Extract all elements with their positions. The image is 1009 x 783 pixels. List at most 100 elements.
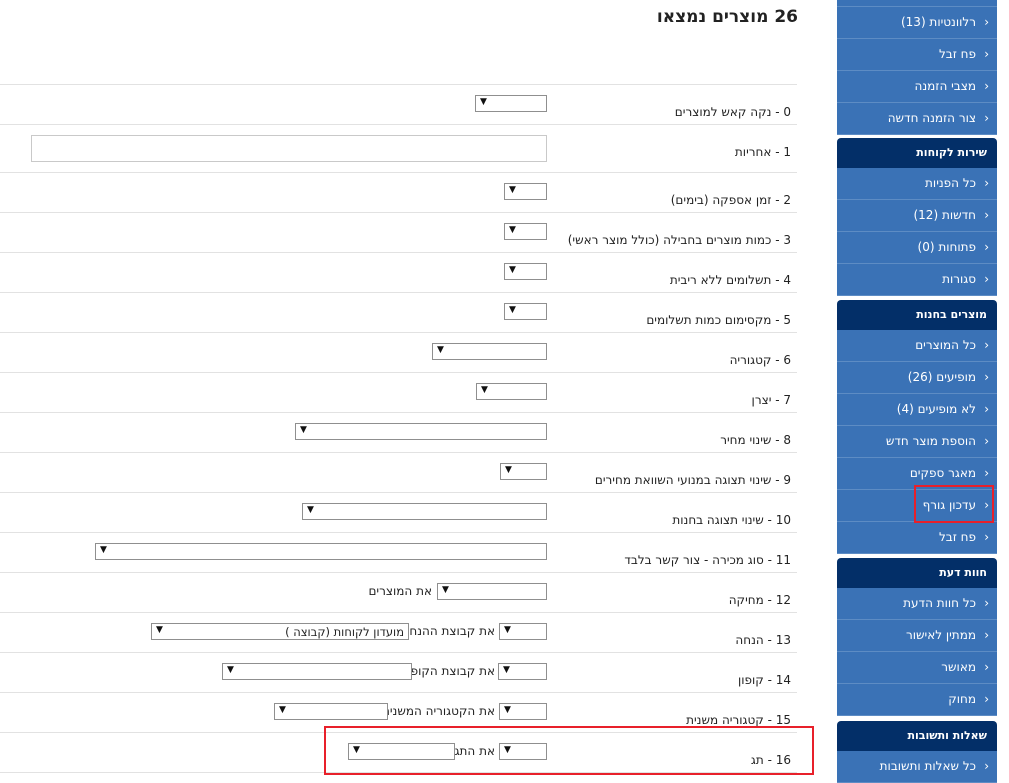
dropdown-arrow-icon: ▼ <box>442 585 449 595</box>
sidebar-item-visible-products[interactable]: ‹ מופיעים (26) <box>837 362 997 394</box>
dropdown-arrow-icon: ▼ <box>503 665 510 675</box>
sidebar-item-label: פח זבל <box>938 530 976 544</box>
dropdown-arrow-icon: ▼ <box>480 97 487 107</box>
row-label: 4 - תשלומים ללא ריבית <box>669 273 791 287</box>
sidebar-orders-section: ‹ רלוונטיות (13) ‹ פח זבל ‹ מצבי הזמנה ‹ צור… <box>837 0 997 135</box>
coupon-action-select[interactable]: ▼ <box>498 663 547 680</box>
warranty-input[interactable] <box>31 135 547 162</box>
discount-group-text: את קבוצת ההנחה <box>401 624 495 638</box>
page-title: 26 מוצרים נמצאו <box>656 7 798 27</box>
sidebar-item-open-inquiries[interactable]: ‹ פתוחות (0) <box>837 232 997 264</box>
sidebar-item-all-qa[interactable]: ‹ כל שאלות ותשובות <box>837 751 997 783</box>
sidebar-item-all-opinions[interactable]: ‹ כל חוות הדעת <box>837 588 997 620</box>
chevron-left-icon: ‹ <box>984 660 989 674</box>
secondary-category-select[interactable]: ▼ <box>274 703 388 720</box>
dropdown-arrow-icon: ▼ <box>300 425 307 435</box>
sidebar-item-trash[interactable]: ‹ פח זבל <box>837 39 997 71</box>
sidebar-item-label: הוספת מוצר חדש <box>885 434 976 448</box>
sidebar-item-relevant[interactable]: ‹ רלוונטיות (13) <box>837 7 997 39</box>
comparison-display-select[interactable]: ▼ <box>500 463 547 480</box>
delete-suffix-text: את המוצרים <box>368 584 432 598</box>
max-payments-select[interactable]: ▼ <box>504 303 547 320</box>
sidebar-item-all-products[interactable]: ‹ כל המוצרים <box>837 330 997 362</box>
action-row: 6 - קטגוריה ▼ <box>0 332 797 373</box>
sidebar-item-all-inquiries[interactable]: ‹ כל הפניות <box>837 168 997 200</box>
row-label: 6 - קטגוריה <box>729 353 791 367</box>
sidebar-item-suppliers[interactable]: ‹ מאגר ספקים <box>837 458 997 490</box>
sidebar-item-label: פתוחות (0) <box>917 240 976 254</box>
coupon-group-select[interactable]: ▼ <box>222 663 412 680</box>
row-label: 10 - שינוי תצוגה בחנות <box>672 513 791 527</box>
sidebar-item-hidden-products[interactable]: ‹ לא מופיעים (4) <box>837 394 997 426</box>
manufacturer-select[interactable]: ▼ <box>476 383 547 400</box>
action-row: 2 - זמן אספקה (בימים) ▼ <box>0 172 797 213</box>
row-label: 0 - נקה קאש למוצרים <box>674 105 791 119</box>
row-label: 1 - אחריות <box>734 145 791 159</box>
sidebar-store-products-section: מוצרים בחנות ‹ כל המוצרים ‹ מופיעים (26) ‹… <box>837 300 997 554</box>
delivery-time-select[interactable]: ▼ <box>504 183 547 200</box>
discount-group-select[interactable]: ▼ מועדון לקוחות (קבוצה ) <box>151 623 409 640</box>
chevron-left-icon: ‹ <box>984 530 989 544</box>
discount-action-select[interactable]: ▼ <box>499 623 547 640</box>
row-label: 8 - שינוי מחיר <box>720 433 791 447</box>
action-row: 9 - שינוי תצוגה במנועי השוואת מחירים ▼ <box>0 452 797 493</box>
store-display-select[interactable]: ▼ <box>302 503 547 520</box>
sidebar-item-label: כל חוות הדעת <box>903 596 976 610</box>
sidebar-item-label: מופיעים (26) <box>907 370 976 384</box>
sidebar-item-order-states[interactable]: ‹ מצבי הזמנה <box>837 71 997 103</box>
sidebar-item-new-inquiries[interactable]: ‹ חדשות (12) <box>837 200 997 232</box>
sidebar-item-bulk-update[interactable]: ‹ עדכון גורף <box>837 490 997 522</box>
sidebar-item-label: מאגר ספקים <box>909 466 976 480</box>
coupon-group-text: את קבוצת הקופון <box>404 664 495 678</box>
package-quantity-select[interactable]: ▼ <box>504 223 547 240</box>
sidebar: ‹ רלוונטיות (13) ‹ פח זבל ‹ מצבי הזמנה ‹ צור… <box>837 0 997 783</box>
action-row: 13 - הנחה ▼ את קבוצת ההנחה ▼ מועדון לקוח… <box>0 612 797 653</box>
sale-type-select[interactable]: ▼ <box>95 543 547 560</box>
tag-text: את התג <box>454 744 495 758</box>
action-row: 10 - שינוי תצוגה בחנות ▼ <box>0 492 797 533</box>
sidebar-item-products-trash[interactable]: ‹ פח זבל <box>837 522 997 554</box>
sidebar-item-new-order[interactable]: ‹ צור הזמנה חדשה <box>837 103 997 135</box>
sidebar-item-pending-opinions[interactable]: ‹ ממתין לאישור <box>837 620 997 652</box>
main-content: 26 מוצרים נמצאו 0 - נקה קאש למוצרים ▼ 1 … <box>0 0 820 779</box>
sidebar-customer-service-section: שירות לקוחות ‹ כל הפניות ‹ חדשות (12) ‹ פתו… <box>837 138 997 296</box>
sidebar-item-add-product[interactable]: ‹ הוספת מוצר חדש <box>837 426 997 458</box>
action-row: 15 - קטגוריה משנית ▼ את הקטגוריה המשנית … <box>0 692 797 733</box>
category-select[interactable]: ▼ <box>432 343 547 360</box>
sidebar-item-approved-opinions[interactable]: ‹ מאושר <box>837 652 997 684</box>
delete-select[interactable]: ▼ <box>437 583 547 600</box>
chevron-left-icon: ‹ <box>984 402 989 416</box>
secondary-category-action-select[interactable]: ▼ <box>499 703 547 720</box>
sidebar-item-label: מחוק <box>948 692 976 706</box>
dropdown-arrow-icon: ▼ <box>504 745 511 755</box>
tag-select[interactable]: ▼ <box>348 743 455 760</box>
row-label: 13 - הנחה <box>735 633 791 647</box>
action-row: 16 - תג ▼ את התג ▼ <box>0 732 797 773</box>
clear-cache-select[interactable]: ▼ <box>475 95 547 112</box>
dropdown-arrow-icon: ▼ <box>307 505 314 515</box>
chevron-left-icon: ‹ <box>984 272 989 286</box>
sidebar-item-label: חדשות (12) <box>913 208 976 222</box>
sidebar-item-label: מאושר <box>941 660 976 674</box>
row-divider <box>0 772 797 774</box>
row-label: 5 - מקסימום כמות תשלומים <box>646 313 791 327</box>
interest-free-payments-select[interactable]: ▼ <box>504 263 547 280</box>
dropdown-arrow-icon: ▼ <box>227 665 234 675</box>
chevron-left-icon: ‹ <box>984 466 989 480</box>
dropdown-arrow-icon: ▼ <box>353 745 360 755</box>
sidebar-item-deleted-opinions[interactable]: ‹ מחוק <box>837 684 997 716</box>
chevron-left-icon: ‹ <box>984 692 989 706</box>
chevron-left-icon: ‹ <box>984 208 989 222</box>
action-row: 8 - שינוי מחיר ▼ <box>0 412 797 453</box>
sidebar-item-closed-inquiries[interactable]: ‹ סגורות <box>837 264 997 296</box>
chevron-left-icon: ‹ <box>984 176 989 190</box>
action-row: 1 - אחריות <box>0 124 797 165</box>
chevron-left-icon: ‹ <box>984 434 989 448</box>
sidebar-item-label: סגורות <box>942 272 976 286</box>
sidebar-header: שירות לקוחות <box>837 138 997 168</box>
action-row: 7 - יצרן ▼ <box>0 372 797 413</box>
tag-action-select[interactable]: ▼ <box>499 743 547 760</box>
action-row: 14 - קופון ▼ את קבוצת הקופון ▼ <box>0 652 797 693</box>
price-change-select[interactable]: ▼ <box>295 423 547 440</box>
row-label: 2 - זמן אספקה (בימים) <box>670 193 791 207</box>
